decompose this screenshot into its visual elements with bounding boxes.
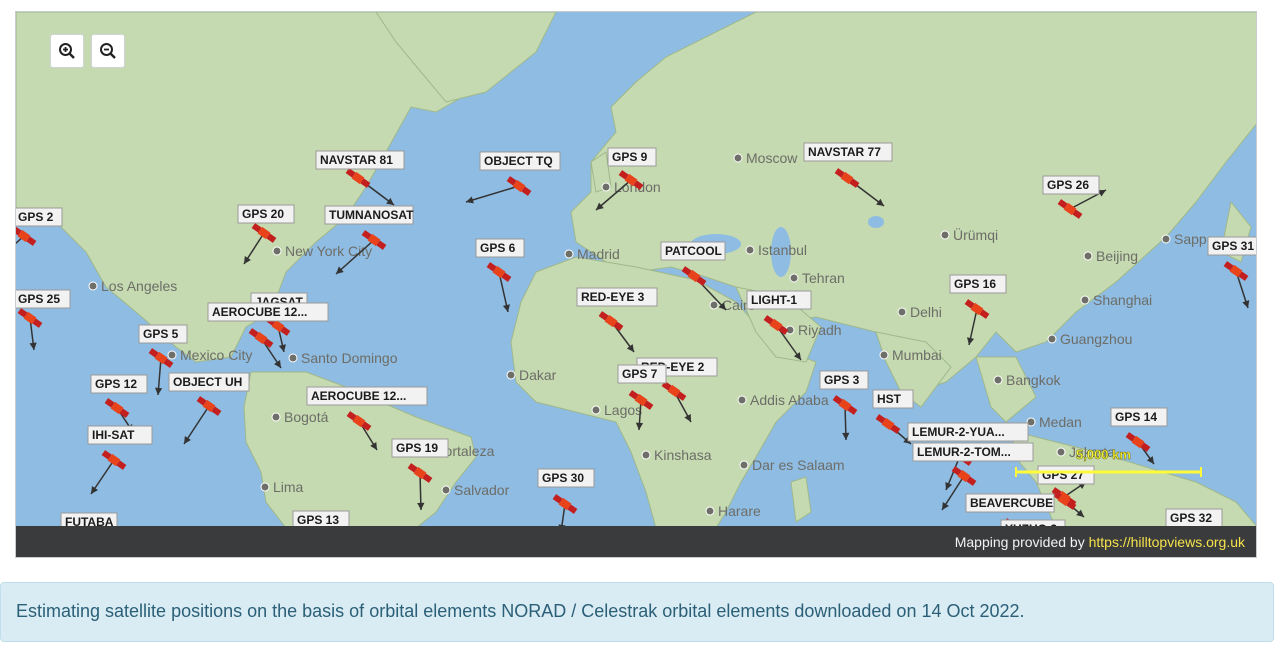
city-marker [705, 506, 715, 516]
city-label: Lagos [604, 402, 642, 418]
satellite-label: PATCOOL [665, 244, 722, 258]
city-label: Kinshasa [654, 447, 712, 463]
satellite-label: NAVSTAR 81 [320, 153, 393, 167]
city-label: Shanghai [1093, 292, 1152, 308]
city-marker [1047, 334, 1057, 344]
city-label: Beijing [1096, 248, 1138, 264]
satellite-label: GPS 19 [396, 441, 438, 455]
city-label: Mumbai [892, 347, 942, 363]
satellite-label: GPS 27 [1042, 468, 1084, 482]
satellite-label: AEROCUBE 12... [311, 389, 406, 403]
satellite-label: GPS 30 [542, 471, 584, 485]
city-label: Santo Domingo [301, 350, 398, 366]
city-label: Salvador [454, 482, 510, 498]
satellite-label: AEROCUBE 12... [212, 305, 307, 319]
city-label: Moscow [746, 150, 798, 166]
attribution-text: Mapping provided by [954, 534, 1089, 550]
city-label: Riyadh [798, 322, 842, 338]
city-marker [1056, 447, 1066, 457]
satellite-label: NAVSTAR 77 [808, 145, 881, 159]
satellite-label: BEAVERCUBE [970, 496, 1053, 510]
city-marker [167, 350, 177, 360]
scale-bar-label: 5,000 km [1076, 447, 1131, 462]
satellite-label: TUMNANOSAT [329, 208, 414, 222]
city-label: Guangzhou [1060, 331, 1132, 347]
satellite-label: GPS 5 [143, 327, 179, 341]
satellite-label: GPS 14 [1115, 410, 1157, 424]
city-label: Bogotá [284, 409, 329, 425]
satellite-label: LEMUR-2-TOM... [917, 445, 1011, 459]
city-marker [1080, 295, 1090, 305]
city-marker [737, 395, 747, 405]
city-marker [260, 482, 270, 492]
city-label: Madrid [577, 246, 620, 262]
city-label: Addis Ababa [750, 392, 829, 408]
satellite-label: IHI-SAT [92, 428, 135, 442]
city-marker [272, 246, 282, 256]
satellite-label: RED-EYE 3 [581, 290, 645, 304]
city-label: Bangkok [1006, 372, 1061, 388]
satellite-label: LIGHT-1 [751, 293, 797, 307]
satellite-label: GPS 12 [95, 377, 137, 391]
info-text: Estimating satellite positions on the ba… [16, 601, 1025, 621]
city-label: Lima [273, 479, 304, 495]
satellite-label: GPS 6 [480, 241, 516, 255]
satellite-label: HST [877, 392, 902, 406]
city-marker [709, 300, 719, 310]
city-label: Medan [1039, 414, 1082, 430]
satellite-label: GPS 31 [1212, 239, 1254, 253]
satellite-label: GPS 3 [824, 373, 860, 387]
map-attribution: Mapping provided by https://hilltopviews… [16, 526, 1256, 557]
satellite-label: GPS 13 [297, 513, 339, 527]
city-label: Mexico City [180, 347, 252, 363]
satellite-label: GPS 9 [612, 150, 648, 164]
city-marker [879, 350, 889, 360]
zoom-out-icon [100, 43, 116, 59]
city-marker [739, 460, 749, 470]
attribution-link[interactable]: https://hilltopviews.org.uk [1089, 534, 1245, 550]
city-marker [993, 375, 1003, 385]
city-marker [641, 450, 651, 460]
city-marker [506, 370, 516, 380]
satellite-map[interactable]: MoscowLondonMadridIstanbulTehranCairoRiy… [15, 11, 1257, 558]
city-marker [271, 412, 281, 422]
satellite-label: OBJECT UH [173, 375, 242, 389]
satellite-label: GPS 26 [1047, 178, 1089, 192]
zoom-in-button[interactable] [50, 34, 84, 68]
city-label: Delhi [910, 304, 942, 320]
city-label: Dakar [519, 367, 557, 383]
city-marker [897, 307, 907, 317]
satellite-label: GPS 32 [1170, 511, 1212, 525]
city-marker [1161, 234, 1171, 244]
city-marker [1083, 251, 1093, 261]
satellite-label: GPS 16 [954, 277, 996, 291]
city-label: New York City [285, 243, 372, 259]
city-marker [789, 273, 799, 283]
city-label: Los Angeles [101, 278, 177, 294]
satellite-label: GPS 20 [242, 207, 284, 221]
city-marker [601, 182, 611, 192]
city-marker [88, 281, 98, 291]
city-label: Dar es Salaam [752, 457, 845, 473]
city-marker [745, 245, 755, 255]
city-marker [940, 230, 950, 240]
city-label: Harare [718, 503, 761, 519]
city-marker [441, 485, 451, 495]
zoom-out-button[interactable] [91, 34, 125, 68]
satellite-label: GPS 2 [18, 210, 54, 224]
city-marker [288, 353, 298, 363]
city-marker [564, 249, 574, 259]
info-alert: Estimating satellite positions on the ba… [0, 582, 1274, 642]
city-marker [733, 153, 743, 163]
city-label: Istanbul [758, 242, 807, 258]
satellite-label: LEMUR-2-YUA... [912, 425, 1005, 439]
satellite-label: GPS 25 [18, 292, 60, 306]
city-label: Tehran [802, 270, 845, 286]
satellite-label: GPS 7 [622, 367, 658, 381]
city-marker [591, 405, 601, 415]
zoom-in-icon [59, 43, 75, 59]
city-label: Ürümqi [953, 226, 998, 243]
satellite-label: OBJECT TQ [484, 154, 553, 168]
world-map[interactable]: MoscowLondonMadridIstanbulTehranCairoRiy… [16, 12, 1257, 528]
